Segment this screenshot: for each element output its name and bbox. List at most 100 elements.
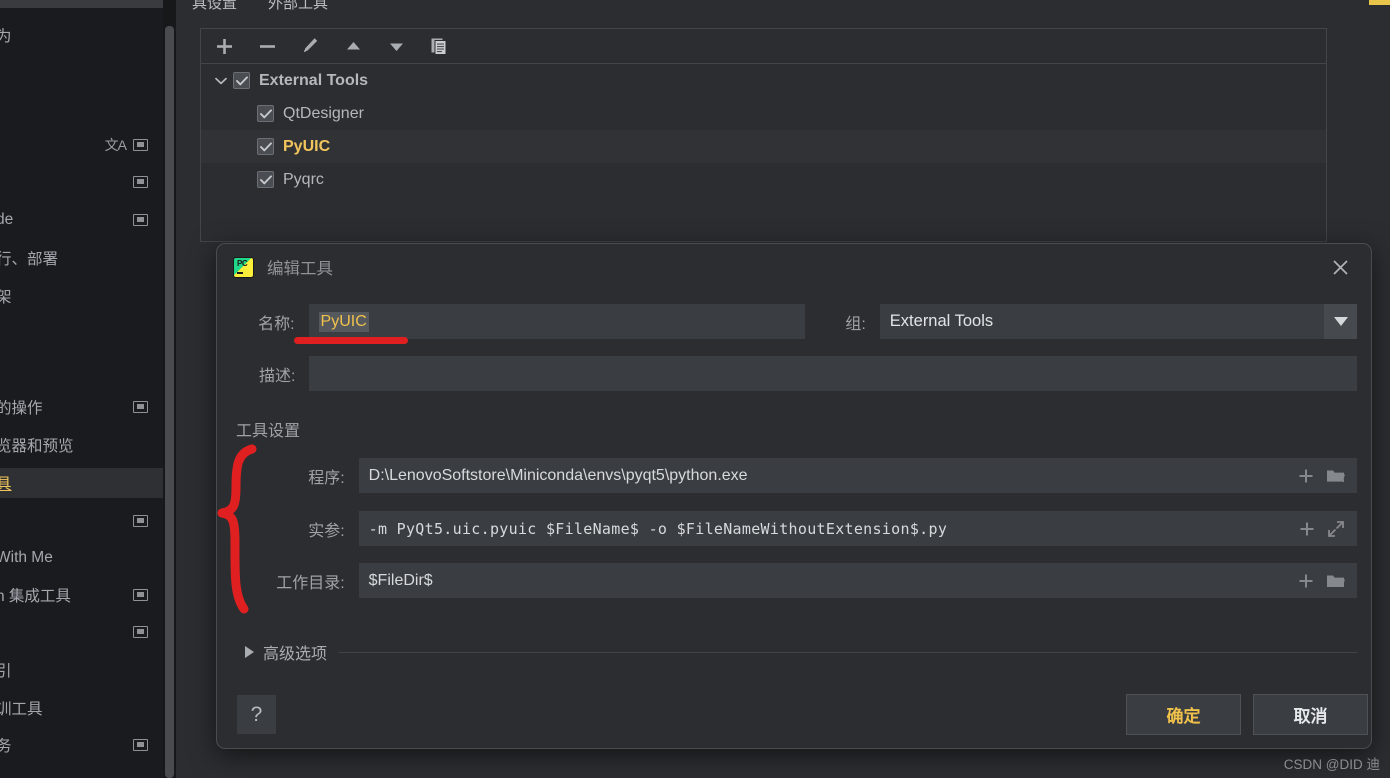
- tree-checkbox[interactable]: [257, 138, 274, 155]
- sidebar-item-11[interactable]: n 集成工具: [0, 580, 163, 610]
- arrow-down-icon: [389, 43, 403, 51]
- sidebar-item-2[interactable]: [0, 167, 163, 197]
- chevron-down-icon[interactable]: [1324, 304, 1357, 339]
- browse-folder-icon[interactable]: [1326, 468, 1345, 484]
- tree-row[interactable]: PyUIC: [201, 130, 1326, 163]
- tree-item-label: QtDesigner: [283, 104, 364, 122]
- name-input[interactable]: PyUIC: [308, 304, 806, 339]
- sidebar-item-label: 架: [0, 289, 12, 306]
- chevron-down-icon[interactable]: [211, 71, 231, 91]
- plugin-badge-icon: [133, 401, 148, 413]
- tree-row[interactable]: Pyqrc: [201, 163, 1326, 196]
- tree-checkbox[interactable]: [233, 72, 250, 89]
- expand-editor-icon[interactable]: [1327, 520, 1345, 538]
- sidebar-top-strip: [0, 0, 163, 8]
- sidebar-item-0[interactable]: 为: [0, 20, 163, 50]
- panel-header-clipped: 具设置 外部工具: [176, 0, 1390, 22]
- cancel-button[interactable]: 取消: [1253, 694, 1368, 735]
- insert-macro-icon[interactable]: [1298, 573, 1314, 589]
- browse-folder-icon[interactable]: [1326, 573, 1345, 589]
- arguments-row: 实参: -m PyQt5.uic.pyuic $FileName$ -o $Fi…: [251, 511, 1357, 546]
- panel-header-right-text: 外部工具: [268, 0, 329, 12]
- sidebar-item-label: With Me: [0, 549, 53, 566]
- settings-sidebar: 为文A de 行、部署架的操作览器和预览具 With Me n 集成工具引训工具务: [0, 0, 163, 778]
- tree-item-label: PyUIC: [283, 137, 331, 155]
- move-up-button[interactable]: [340, 33, 366, 59]
- sidebar-item-8[interactable]: 具: [0, 468, 163, 498]
- ok-button[interactable]: 确定: [1126, 694, 1241, 735]
- sidebar-item-15[interactable]: 务: [0, 730, 163, 760]
- working-directory-input[interactable]: $FileDir$: [358, 563, 1357, 598]
- copy-tool-button[interactable]: [426, 33, 452, 59]
- help-button[interactable]: ?: [237, 695, 276, 734]
- tree-row[interactable]: External Tools: [201, 64, 1326, 97]
- working-directory-input-value: $FileDir$: [368, 571, 433, 589]
- advanced-options-toggle[interactable]: 高级选项: [245, 640, 1357, 664]
- check-icon: [235, 75, 248, 85]
- edit-tool-dialog: PC 编辑工具 名称: PyUIC 组: External Tools 描述: …: [216, 243, 1372, 749]
- external-tools-tree[interactable]: External Tools QtDesigner PyUIC Pyqrc: [201, 64, 1326, 196]
- watermark: CSDN @DID 迪: [1283, 757, 1380, 772]
- minus-icon: [259, 44, 275, 48]
- translate-icon: 文A: [104, 137, 127, 153]
- description-label: 描述:: [258, 367, 296, 385]
- program-row: 程序: D:\LenovoSoftstore\Miniconda\envs\py…: [251, 458, 1357, 493]
- sidebar-item-12[interactable]: [0, 617, 163, 647]
- external-tools-panel: External Tools QtDesigner PyUIC Pyqrc: [200, 28, 1327, 242]
- sidebar-item-label: 引: [0, 663, 12, 680]
- pencil-icon: [304, 38, 318, 52]
- program-input-value: D:\LenovoSoftstore\Miniconda\envs\pyqt5\…: [368, 466, 748, 484]
- program-label: 程序:: [308, 469, 345, 487]
- program-input[interactable]: D:\LenovoSoftstore\Miniconda\envs\pyqt5\…: [358, 458, 1357, 493]
- tree-checkbox[interactable]: [257, 171, 274, 188]
- sidebar-item-label: 行、部署: [0, 251, 59, 268]
- name-label: 名称:: [258, 315, 295, 333]
- sidebar-item-label: 览器和预览: [0, 438, 74, 455]
- sidebar-item-10[interactable]: With Me: [0, 543, 163, 573]
- working-directory-row: 工作目录: $FileDir$: [251, 563, 1357, 598]
- tree-row[interactable]: QtDesigner: [201, 97, 1326, 130]
- sidebar-item-label: n 集成工具: [0, 588, 71, 605]
- sidebar-item-13[interactable]: 引: [0, 655, 163, 685]
- sidebar-item-5[interactable]: 架: [0, 281, 163, 311]
- insert-macro-icon[interactable]: [1299, 521, 1315, 537]
- advanced-options-label: 高级选项: [263, 646, 328, 663]
- tree-item-label: External Tools: [259, 71, 369, 89]
- check-icon: [259, 108, 272, 118]
- sidebar-item-6[interactable]: 的操作: [0, 392, 163, 422]
- tools-toolbar: [201, 29, 1326, 64]
- arguments-input[interactable]: -m PyQt5.uic.pyuic $FileName$ -o $FileNa…: [358, 511, 1357, 546]
- arguments-input-value: -m PyQt5.uic.pyuic $FileName$ -o $FileNa…: [368, 519, 948, 538]
- insert-macro-icon[interactable]: [1298, 468, 1314, 484]
- sidebar-item-label: 训工具: [0, 701, 43, 718]
- group-select[interactable]: External Tools: [879, 304, 1357, 339]
- description-input[interactable]: [309, 356, 1357, 391]
- edit-tool-button[interactable]: [297, 33, 323, 59]
- group-label: 组:: [845, 315, 866, 333]
- sidebar-item-3[interactable]: de: [0, 205, 163, 235]
- arguments-label: 实参:: [308, 522, 345, 540]
- move-down-button[interactable]: [383, 33, 409, 59]
- sidebar-item-7[interactable]: 览器和预览: [0, 430, 163, 460]
- plugin-badge-icon: [133, 515, 148, 527]
- sidebar-item-1[interactable]: 文A: [0, 130, 163, 160]
- sidebar-item-9[interactable]: [0, 506, 163, 536]
- sidebar-item-14[interactable]: 训工具: [0, 693, 163, 723]
- plus-icon: [216, 38, 232, 54]
- sidebar-item-label: 为: [0, 28, 12, 45]
- tree-checkbox[interactable]: [257, 105, 274, 122]
- sidebar-item-label: 务: [0, 738, 12, 755]
- arrow-up-icon: [346, 41, 360, 49]
- plugin-badge-icon: [133, 589, 148, 601]
- tree-item-label: Pyqrc: [283, 170, 324, 188]
- sidebar-item-label: 具: [0, 476, 12, 493]
- description-row: 描述:: [233, 356, 1357, 391]
- sidebar-item-4[interactable]: 行、部署: [0, 243, 163, 273]
- group-select-value: External Tools: [889, 312, 994, 330]
- sidebar-scrollbar[interactable]: [165, 26, 174, 778]
- close-icon[interactable]: [1327, 254, 1353, 280]
- annotation-brace: [217, 444, 257, 614]
- add-tool-button[interactable]: [211, 33, 237, 59]
- name-input-value: PyUIC: [318, 311, 369, 332]
- remove-tool-button[interactable]: [254, 33, 280, 59]
